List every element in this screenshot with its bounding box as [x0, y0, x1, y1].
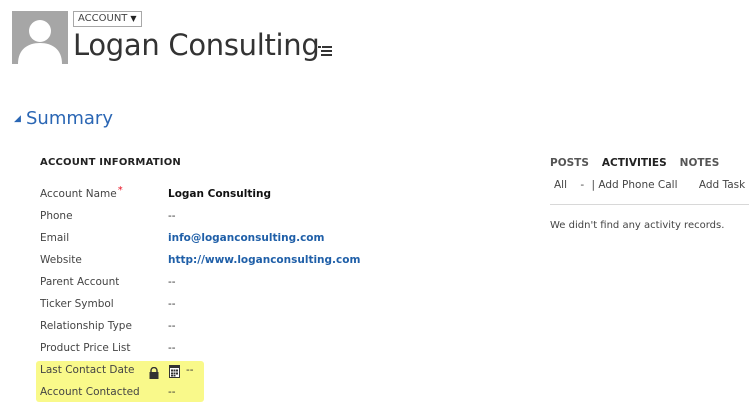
field-value-parent-account[interactable]: --: [168, 273, 176, 291]
field-row-product-price-list: Product Price List --: [40, 339, 460, 357]
add-task-link[interactable]: Add Task: [699, 179, 745, 191]
field-label: Last Contact Date: [40, 364, 135, 376]
field-label: Account Name*: [40, 185, 123, 200]
field-row-last-contact-date: Last Contact Date --: [40, 361, 460, 379]
field-label: Email: [40, 232, 70, 244]
lock-icon: [148, 364, 160, 379]
tab-notes[interactable]: NOTES: [680, 157, 720, 169]
field-label: Phone: [40, 210, 73, 222]
tab-activities[interactable]: ACTIVITIES: [602, 157, 667, 169]
chevron-down-icon: ▼: [130, 14, 137, 23]
field-label: Ticker Symbol: [40, 298, 114, 310]
filter-all[interactable]: All: [554, 179, 567, 191]
activity-filter-bar: All - | Add Phone Call Add Task: [554, 179, 745, 191]
field-row-relationship-type: Relationship Type --: [40, 317, 460, 335]
record-avatar[interactable]: [12, 11, 68, 64]
list-nav-icon[interactable]: [318, 42, 332, 56]
collapse-triangle-icon[interactable]: ◢: [14, 114, 21, 124]
calendar-icon[interactable]: [169, 363, 180, 378]
field-label: Account Contacted Date: [40, 386, 144, 398]
field-value-account-name[interactable]: Logan Consulting: [168, 185, 271, 203]
field-label: Product Price List: [40, 342, 131, 354]
field-label: Relationship Type: [40, 320, 132, 332]
field-row-parent-account: Parent Account --: [40, 273, 460, 291]
field-row-account-contacted-date: Account Contacted Date --: [40, 383, 460, 401]
field-row-ticker-symbol: Ticker Symbol --: [40, 295, 460, 313]
field-row-phone: Phone --: [40, 207, 460, 225]
field-value-website[interactable]: http://www.loganconsulting.com: [168, 251, 360, 269]
field-value-last-contact-date[interactable]: --: [186, 361, 194, 379]
entity-type-label: ACCOUNT: [78, 13, 128, 24]
field-row-website: Website http://www.loganconsulting.com: [40, 251, 460, 269]
field-value-email[interactable]: info@loganconsulting.com: [168, 229, 324, 247]
field-label: Website: [40, 254, 82, 266]
field-value-phone[interactable]: --: [168, 207, 176, 225]
section-title-summary[interactable]: Summary: [26, 106, 113, 132]
required-asterisk: *: [117, 185, 123, 196]
empty-activity-message: We didn't find any activity records.: [550, 220, 725, 231]
record-title: Logan Consulting: [73, 28, 320, 62]
add-phone-call-link[interactable]: | Add Phone Call: [592, 179, 678, 191]
form-section-heading: ACCOUNT INFORMATION: [40, 157, 181, 168]
field-label: Parent Account: [40, 276, 120, 288]
social-pane-tabs: POSTS ACTIVITIES NOTES: [550, 157, 719, 169]
field-row-account-name: Account Name* Logan Consulting: [40, 185, 460, 203]
field-value-account-contacted-date[interactable]: --: [168, 383, 176, 401]
field-value-ticker-symbol[interactable]: --: [168, 295, 176, 313]
field-row-email: Email info@loganconsulting.com: [40, 229, 460, 247]
field-value-relationship-type[interactable]: --: [168, 317, 176, 335]
tab-posts[interactable]: POSTS: [550, 157, 589, 169]
filter-dropdown-toggle[interactable]: -: [580, 179, 584, 191]
person-silhouette-icon: [18, 20, 62, 64]
field-value-product-price-list[interactable]: --: [168, 339, 176, 357]
pane-divider: [550, 204, 749, 205]
